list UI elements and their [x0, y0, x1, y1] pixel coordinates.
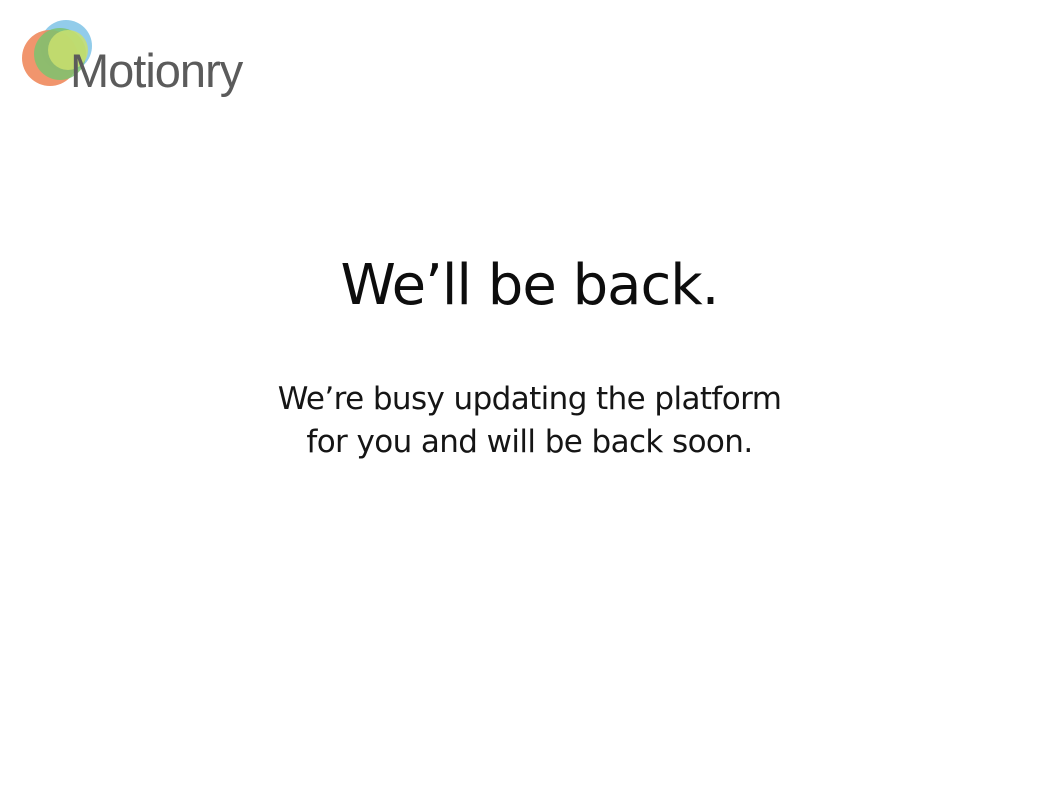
message-line-2: for you and will be back soon. — [306, 424, 753, 460]
maintenance-message: We’re busy updating the platform for you… — [0, 378, 1059, 464]
message-line-1: We’re busy updating the platform — [277, 381, 782, 417]
page-title: We’ll be back. — [340, 253, 720, 318]
brand-logo[interactable]: Motionry — [20, 16, 280, 106]
brand-name: Motionry — [70, 44, 243, 97]
